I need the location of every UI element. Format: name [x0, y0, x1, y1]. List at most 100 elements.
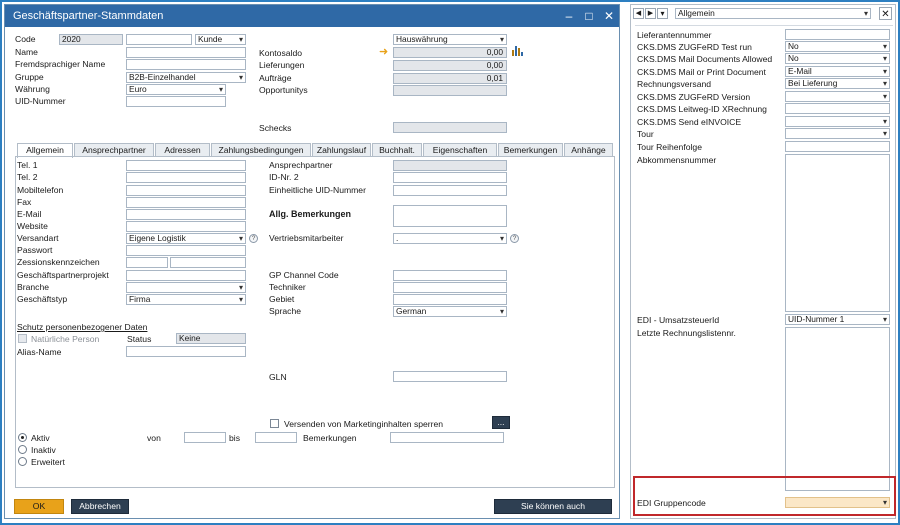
mail-documents-allowed-select[interactable]: No	[785, 53, 890, 64]
website-field[interactable]	[126, 221, 246, 232]
alias-name-label: Alias-Name	[17, 347, 62, 357]
bar-chart-icon[interactable]	[511, 45, 523, 56]
send-einvoice-select[interactable]	[785, 116, 890, 127]
active-label: Aktiv	[31, 433, 50, 443]
technician-field[interactable]	[393, 282, 507, 293]
cancel-button[interactable]: Abbrechen	[71, 499, 129, 514]
bp-project-field[interactable]	[126, 270, 246, 281]
code-suffix-field[interactable]	[126, 34, 192, 45]
tour-order-label: Tour Reihenfolge	[637, 142, 702, 152]
email-label: E-Mail	[17, 209, 42, 219]
to-date-field[interactable]	[255, 432, 297, 443]
category-select[interactable]: Allgemein	[675, 8, 871, 19]
maximize-icon[interactable]: □	[581, 8, 597, 24]
leitweg-id-label: CKS.DMS Leitweg-ID XRechnung	[637, 104, 767, 114]
tab-addresses[interactable]: Adressen	[155, 143, 210, 157]
tab-attachments[interactable]: Anhänge	[564, 143, 613, 157]
prev-icon[interactable]: ◀	[633, 8, 644, 19]
id2-field[interactable]	[393, 172, 507, 183]
orders-label: Aufträge	[259, 73, 292, 83]
assignment-field[interactable]	[126, 257, 168, 268]
mail-or-print-label: CKS.DMS Mail or Print Document	[637, 67, 766, 77]
mobile-field[interactable]	[126, 185, 246, 196]
nav-menu-icon[interactable]: ▾	[657, 8, 668, 19]
mail-documents-allowed-label: CKS.DMS Mail Documents Allowed	[637, 54, 773, 64]
help-icon[interactable]: ?	[249, 234, 258, 243]
more-button[interactable]: ...	[492, 416, 510, 429]
natural-person-checkbox[interactable]	[18, 334, 27, 343]
help-icon[interactable]: ?	[510, 234, 519, 243]
close-icon[interactable]: ✕	[879, 7, 892, 20]
group-select[interactable]: B2B-Einzelhandel	[126, 72, 246, 83]
partner-type-select[interactable]: Kunde	[195, 34, 246, 45]
close-icon[interactable]: ✕	[601, 8, 617, 24]
inactive-radio[interactable]	[18, 445, 27, 454]
supplier-number-field[interactable]	[785, 29, 890, 40]
advanced-radio[interactable]	[18, 457, 27, 466]
currency-select[interactable]: Euro	[126, 84, 226, 95]
vat-number-field[interactable]	[126, 96, 226, 107]
industry-select[interactable]	[126, 282, 246, 293]
zugferd-test-run-select[interactable]: No	[785, 41, 890, 52]
remarks-field[interactable]	[390, 432, 504, 443]
phone1-field[interactable]	[126, 160, 246, 171]
minimize-icon[interactable]: –	[561, 8, 577, 24]
mail-or-print-select[interactable]: E-Mail	[785, 66, 890, 77]
ok-button[interactable]: OK	[14, 499, 64, 514]
tab-contacts[interactable]: Ansprechpartner	[74, 143, 154, 157]
unified-vat-field[interactable]	[393, 185, 507, 196]
tab-properties[interactable]: Eigenschaften	[423, 143, 497, 157]
id2-label: ID-Nr. 2	[269, 172, 299, 182]
sales-employee-label: Vertriebsmitarbeiter	[269, 233, 344, 243]
from-date-field[interactable]	[184, 432, 226, 443]
zugferd-version-label: CKS.DMS ZUGFeRD Version	[637, 92, 751, 102]
name-label: Name	[15, 47, 38, 57]
shipping-type-select[interactable]: Eigene Logistik	[126, 233, 246, 244]
language-select[interactable]: German	[393, 306, 507, 317]
inactive-label: Inaktiv	[31, 445, 56, 455]
name-field[interactable]	[126, 47, 246, 58]
territory-field[interactable]	[393, 294, 507, 305]
edi-vat-id-label: EDI - UmsatzsteuerId	[637, 315, 720, 325]
block-marketing-checkbox[interactable]	[270, 419, 279, 428]
block-marketing-label: Versenden von Marketinginhalten sperren	[284, 419, 444, 429]
balance-field: 0,00	[393, 47, 507, 58]
business-type-select[interactable]: Firma	[126, 294, 246, 305]
tour-select[interactable]	[785, 128, 890, 139]
invoice-dispatch-label: Rechnungsversand	[637, 79, 712, 89]
deliveries-field: 0,00	[393, 60, 507, 71]
code-field[interactable]: 2020	[59, 34, 123, 45]
arrow-right-icon[interactable]: ➜	[379, 45, 388, 58]
active-radio[interactable]	[18, 433, 27, 442]
agreement-number-field[interactable]	[785, 154, 890, 312]
tour-order-field[interactable]	[785, 141, 890, 152]
balance-label: Kontosaldo	[259, 48, 303, 58]
sales-employee-select[interactable]: .	[393, 233, 507, 244]
phone2-field[interactable]	[126, 172, 246, 183]
alias-name-field[interactable]	[126, 346, 246, 357]
invoice-dispatch-select[interactable]: Bei Lieferung	[785, 78, 890, 89]
edi-vat-id-select[interactable]: UID-Nummer 1	[785, 314, 890, 325]
tab-accounting[interactable]: Buchhalt.	[372, 143, 422, 157]
email-field[interactable]	[126, 209, 246, 220]
business-type-label: Geschäftstyp	[17, 294, 68, 304]
zugferd-test-run-label: CKS.DMS ZUGFeRD Test run	[637, 42, 752, 52]
password-field[interactable]	[126, 245, 246, 256]
divider	[635, 25, 893, 26]
local-currency-select[interactable]: Hauswährung	[393, 34, 507, 45]
user-defined-fields-panel: ◀ ▶ ▾ Allgemein ✕ Lieferantennummer CKS.…	[630, 4, 896, 519]
zugferd-version-select[interactable]	[785, 91, 890, 102]
you-can-also-button[interactable]: Sie können auch	[494, 499, 612, 514]
last-invoice-list-field[interactable]	[785, 327, 890, 491]
tab-payment-run[interactable]: Zahlungslauf	[312, 143, 371, 157]
fax-field[interactable]	[126, 197, 246, 208]
leitweg-id-field[interactable]	[785, 103, 890, 114]
tab-payment-terms[interactable]: Zahlungsbedingungen	[211, 143, 311, 157]
next-icon[interactable]: ▶	[645, 8, 656, 19]
assignment-field-2[interactable]	[170, 257, 246, 268]
general-remarks-field[interactable]	[393, 205, 507, 227]
gp-channel-code-field[interactable]	[393, 270, 507, 281]
foreign-name-field[interactable]	[126, 59, 246, 70]
gln-field[interactable]	[393, 371, 507, 382]
tab-remarks[interactable]: Bemerkungen	[498, 143, 563, 157]
